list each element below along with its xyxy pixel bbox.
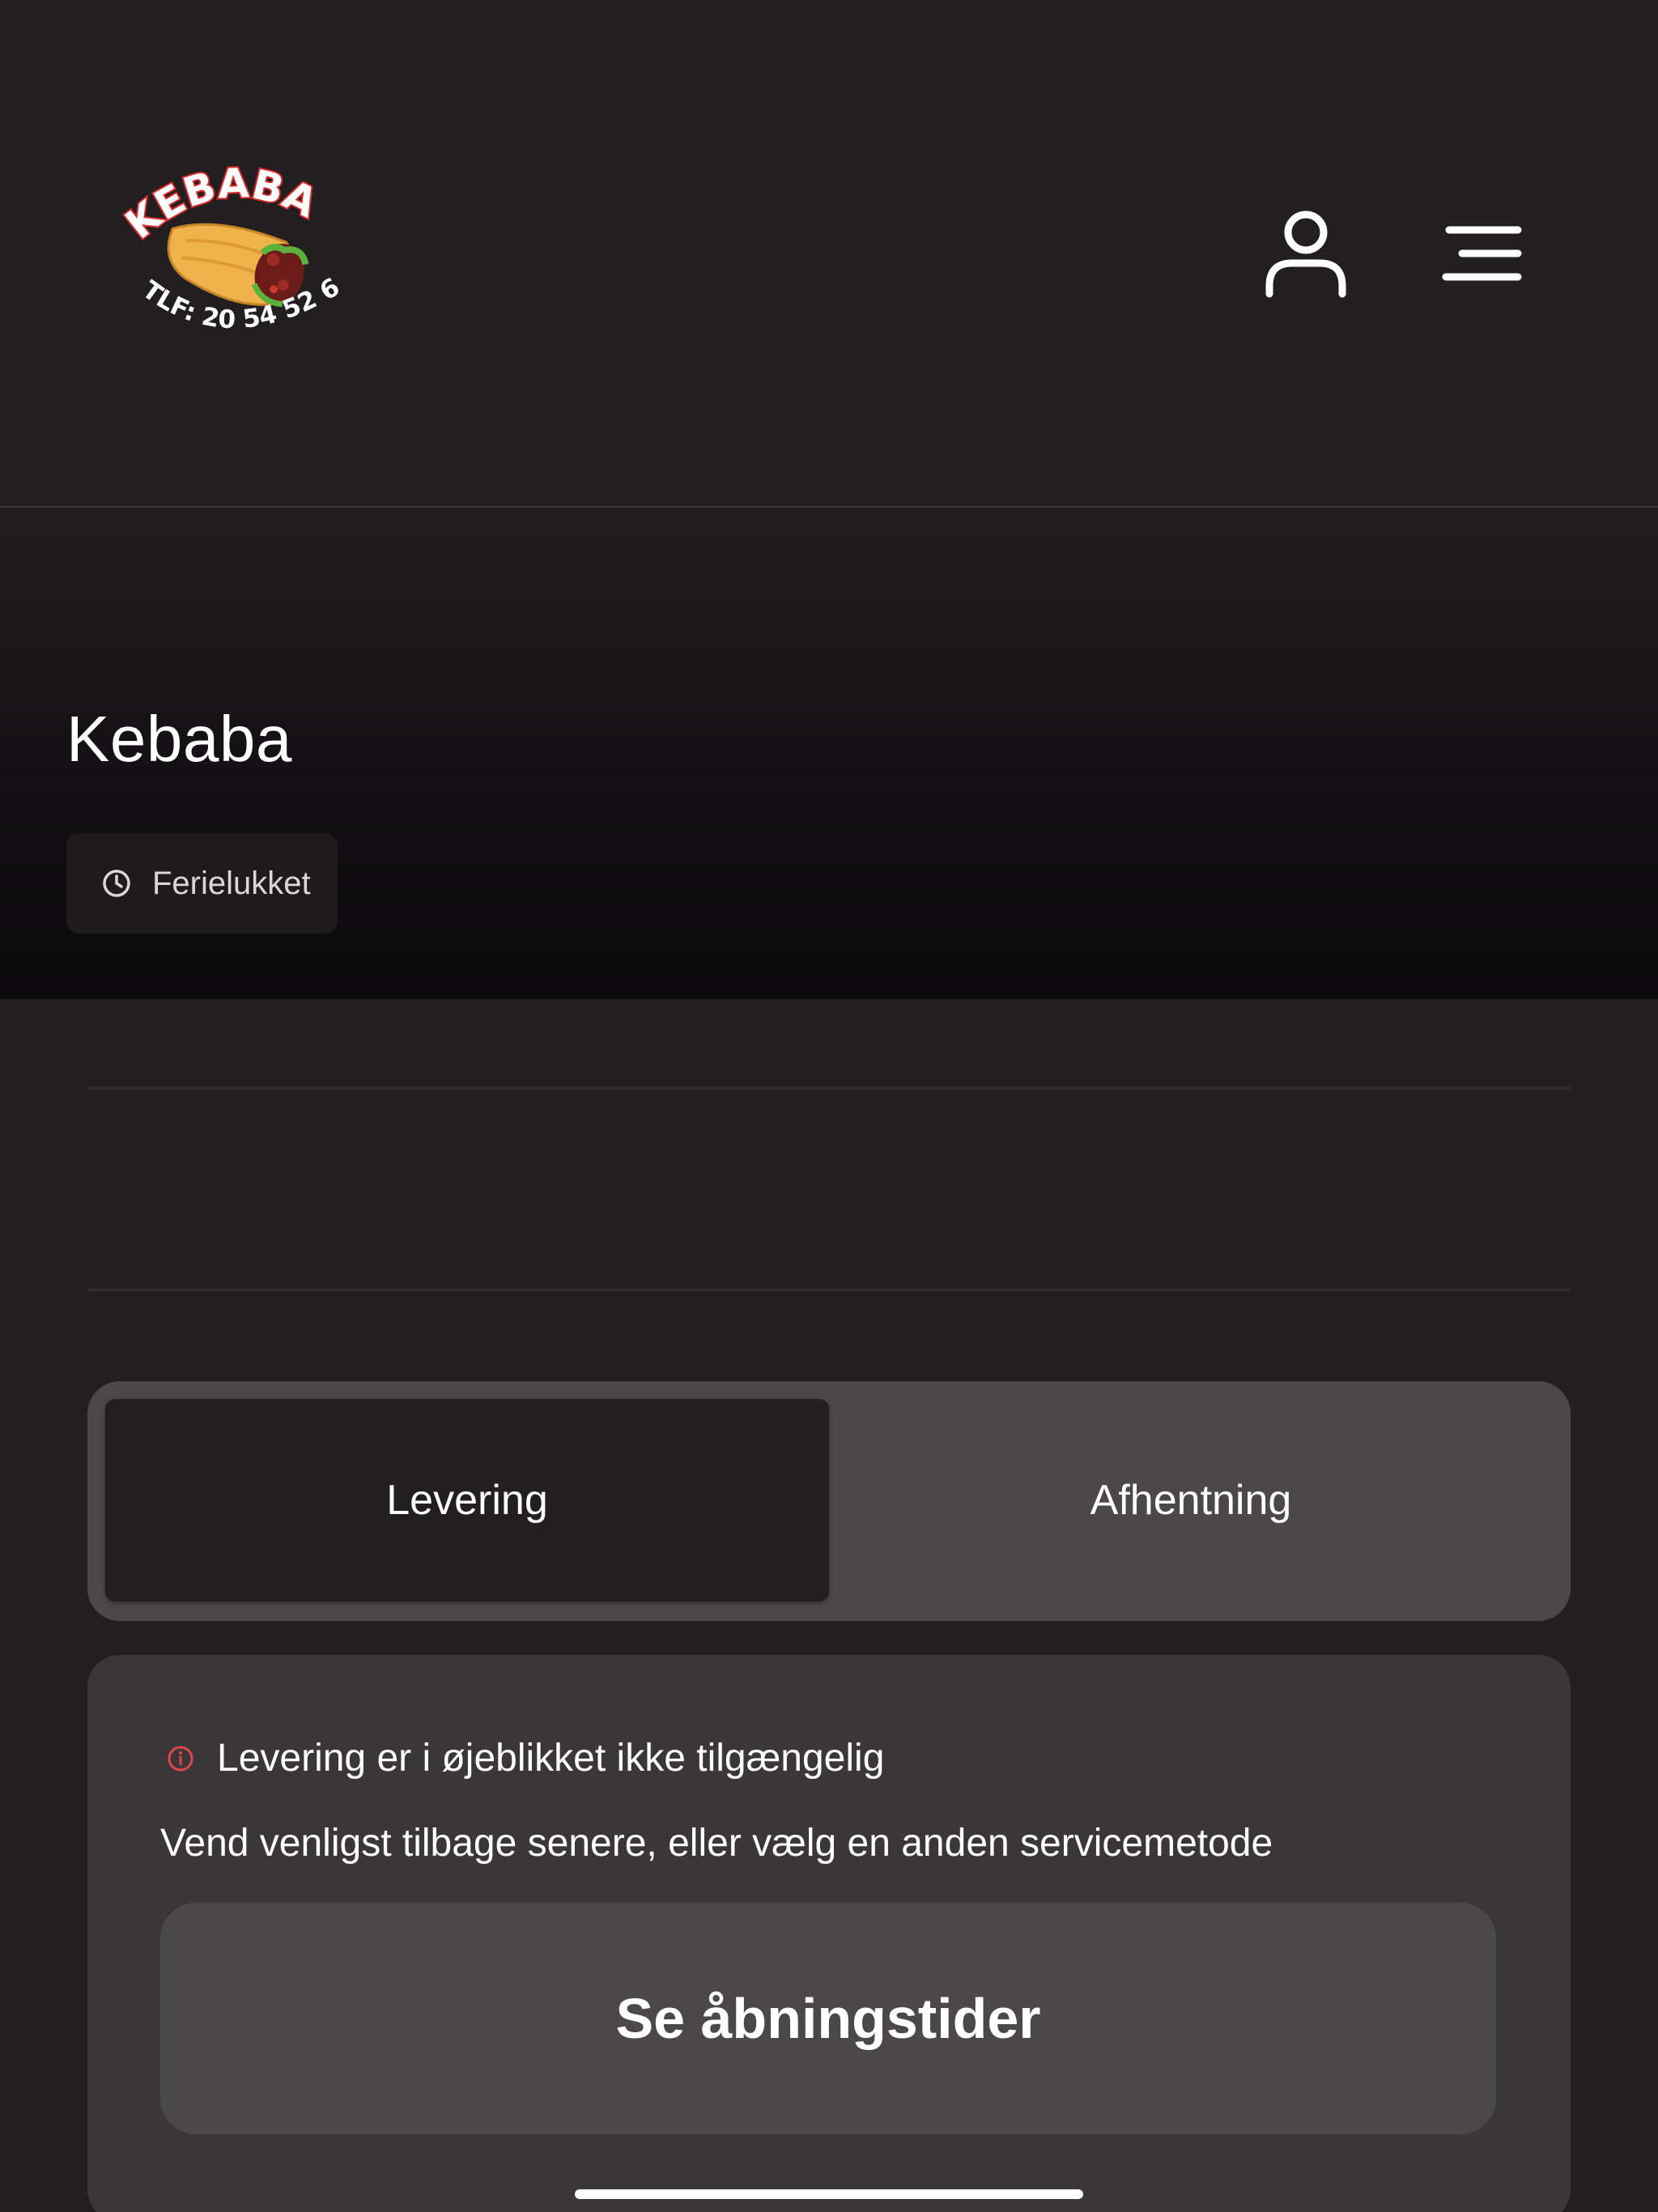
home-indicator[interactable] (575, 2189, 1083, 2199)
account-button[interactable] (1259, 206, 1352, 300)
notice-title: Levering er i øjeblikket ikke tilgængeli… (217, 1737, 885, 1780)
opening-hours-button[interactable]: Se åbningstider (160, 1903, 1496, 2134)
divider (87, 1087, 1571, 1090)
info-icon (165, 1743, 196, 1774)
site-header: KEBABA TLF: 20 54 52 62 (0, 0, 1658, 508)
app-page: KEBABA TLF: 20 54 52 62 Kebaba (0, 0, 1658, 2212)
notice-heading: Levering er i øjeblikket ikke tilgængeli… (165, 1736, 884, 1780)
delivery-option[interactable]: Levering (105, 1399, 829, 1602)
restaurant-name: Kebaba (66, 703, 292, 775)
menu-button[interactable] (1433, 215, 1530, 291)
user-icon (1265, 211, 1346, 297)
restaurant-hero: Kebaba Ferielukket (0, 508, 1658, 999)
divider (87, 1288, 1571, 1291)
kebaba-logo[interactable]: KEBABA TLF: 20 54 52 62 (113, 154, 372, 356)
status-badge: Ferielukket (66, 833, 338, 934)
status-label: Ferielukket (152, 865, 311, 901)
delivery-unavailable-card: Levering er i øjeblikket ikke tilgængeli… (87, 1655, 1571, 2212)
menu-icon (1442, 226, 1522, 280)
pickup-option[interactable]: Afhentning (829, 1399, 1553, 1602)
notice-message: Vend venligst tilbage senere, eller vælg… (160, 1822, 1273, 1865)
clock-icon (100, 867, 133, 900)
service-method-toggle: Levering Afhentning (87, 1381, 1571, 1621)
